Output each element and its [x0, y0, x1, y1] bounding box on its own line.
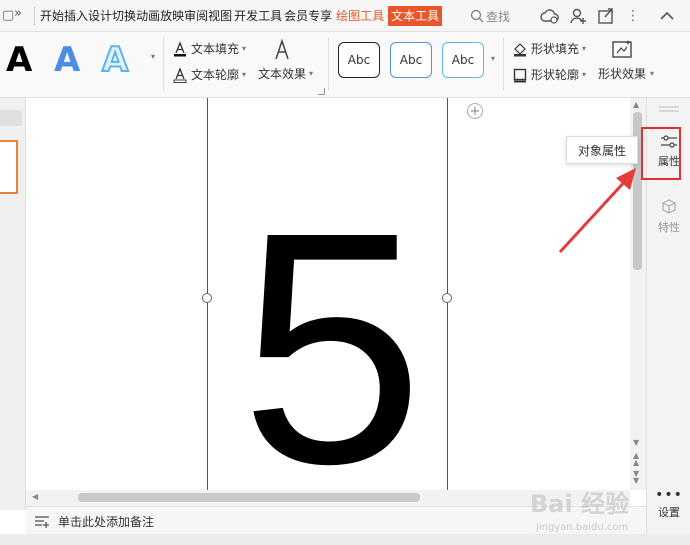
slide-icon[interactable]: ▢ — [2, 8, 14, 23]
tab-drawing-tools[interactable]: 绘图工具 — [336, 6, 384, 26]
menu-separator — [34, 7, 35, 25]
expand-menu-icon[interactable]: » — [14, 6, 22, 21]
text-outline-label: 文本轮廓 — [191, 68, 240, 82]
menu-tabs: 开始 插入 设计 切换 动画 放映 审阅 视图 开发工具 会员专享 绘图工具 文… — [40, 6, 443, 26]
prev-page-icon[interactable]: ▲ ▲ — [633, 452, 639, 467]
big-number-text[interactable]: 5 — [222, 98, 442, 490]
tab-animation[interactable]: 动画 — [136, 6, 160, 26]
text-outline-icon — [173, 66, 187, 83]
thumbnail-tab[interactable] — [0, 110, 22, 126]
ribbon-separator — [503, 38, 504, 90]
scroll-down-icon[interactable]: ▼ — [633, 438, 639, 447]
cube-icon — [662, 199, 676, 214]
add-user-icon[interactable] — [568, 6, 588, 26]
shape-fill-button[interactable]: 形状填充 ▾ — [512, 40, 586, 57]
drag-handle-icon[interactable] — [659, 106, 679, 112]
chevron-down-icon: ▾ — [309, 69, 314, 78]
horizontal-scroll-thumb[interactable] — [78, 493, 420, 502]
wordart-style-black[interactable]: A — [6, 42, 32, 78]
share-icon[interactable] — [596, 6, 616, 26]
big-number-glyph: 5 — [240, 163, 424, 490]
tab-insert[interactable]: 插入 — [64, 6, 88, 26]
shape-outline-label: 形状轮廓 — [531, 68, 580, 82]
tab-view[interactable]: 视图 — [208, 6, 232, 26]
slide-canvas[interactable]: + 5 — [26, 98, 630, 490]
slide-thumbnail[interactable] — [0, 140, 18, 194]
text-fill-icon — [174, 40, 186, 56]
ribbon-separator — [328, 38, 329, 90]
horizontal-scrollbar[interactable]: ◀ — [26, 490, 630, 506]
more-options-icon[interactable]: ⋮ — [626, 6, 640, 26]
chevron-down-icon: ▾ — [650, 69, 655, 78]
notes-bar[interactable]: 单击此处添加备注 — [26, 506, 646, 534]
tab-review[interactable]: 审阅 — [184, 6, 208, 26]
resize-handle-right[interactable] — [442, 293, 452, 303]
tab-slideshow[interactable]: 放映 — [160, 6, 184, 26]
shape-fill-icon — [514, 42, 526, 56]
resize-handle-left[interactable] — [202, 293, 212, 303]
dialog-launcher-icon[interactable] — [318, 88, 325, 95]
settings-button[interactable]: ••• 设置 — [647, 487, 690, 520]
features-button[interactable]: 特性 — [647, 198, 690, 235]
settings-label: 设置 — [658, 506, 680, 519]
tab-home[interactable]: 开始 — [40, 6, 64, 26]
cloud-sync-icon[interactable] — [540, 6, 560, 26]
add-icon[interactable]: + — [467, 103, 483, 119]
text-fill-label: 文本填充 — [191, 42, 240, 56]
chevron-down-icon: ▾ — [582, 70, 587, 79]
text-effect-icon — [275, 38, 289, 60]
shape-effect-label: 形状效果 — [598, 67, 647, 81]
notes-placeholder[interactable]: 单击此处添加备注 — [58, 513, 154, 530]
search-label: 查找 — [486, 9, 511, 24]
tab-text-tools[interactable]: 文本工具 — [388, 6, 443, 26]
tab-design[interactable]: 设计 — [88, 6, 112, 26]
tab-transition[interactable]: 切换 — [112, 6, 136, 26]
scroll-left-icon[interactable]: ◀ — [32, 492, 38, 501]
collapse-ribbon-icon[interactable] — [658, 6, 676, 26]
scroll-up-icon[interactable]: ▲ — [633, 100, 639, 109]
shape-effect-icon — [612, 40, 632, 58]
annotation-arrow — [558, 168, 636, 254]
chevron-down-icon: ▾ — [242, 44, 247, 53]
shape-style-sample-2[interactable]: Abc — [390, 42, 432, 78]
tab-developer[interactable]: 开发工具 — [234, 6, 282, 26]
tab-member[interactable]: 会员专享 — [284, 6, 332, 26]
text-effect-label: 文本效果 — [258, 67, 307, 81]
shape-style-sample-1[interactable]: Abc — [338, 42, 380, 78]
wordart-style-blue[interactable]: A — [54, 42, 80, 78]
shape-fill-label: 形状填充 — [531, 42, 580, 56]
slide-thumbnail-panel — [0, 98, 26, 510]
search-box[interactable]: 查找 — [470, 6, 510, 26]
notes-icon — [35, 516, 49, 528]
more-dots-icon: ••• — [655, 487, 683, 503]
chevron-down-icon: ▾ — [582, 44, 587, 53]
status-bar — [0, 534, 690, 545]
text-fill-button[interactable]: 文本填充 ▾ — [172, 40, 246, 57]
shape-outline-button[interactable]: 形状轮廓 ▾ — [512, 66, 586, 83]
shape-effect-button[interactable]: 形状效果 — [598, 38, 646, 82]
text-outline-button[interactable]: 文本轮廓 ▾ — [172, 66, 246, 83]
wordart-style-outline[interactable]: A — [101, 41, 129, 79]
search-icon — [470, 9, 484, 23]
ribbon-text-tools: A A A ▾ 文本填充 ▾ 文本轮廓 ▾ 文本效果 ▾ Abc Abc Abc ▾… — [0, 32, 690, 98]
text-effect-button[interactable]: 文本效果 — [258, 38, 306, 82]
next-page-icon[interactable]: ▼ ▼ — [633, 470, 639, 485]
shape-outline-icon — [513, 68, 527, 82]
menu-bar: ▢ » 开始 插入 设计 切换 动画 放映 审阅 视图 开发工具 会员专享 绘图… — [0, 0, 690, 32]
features-label: 特性 — [658, 221, 680, 234]
shape-style-more-icon[interactable]: ▾ — [491, 54, 495, 63]
ribbon-separator — [163, 38, 164, 90]
chevron-down-icon: ▾ — [242, 70, 247, 79]
wordart-gallery-more-icon[interactable]: ▾ — [151, 52, 155, 61]
shape-style-sample-3[interactable]: Abc — [442, 42, 484, 78]
